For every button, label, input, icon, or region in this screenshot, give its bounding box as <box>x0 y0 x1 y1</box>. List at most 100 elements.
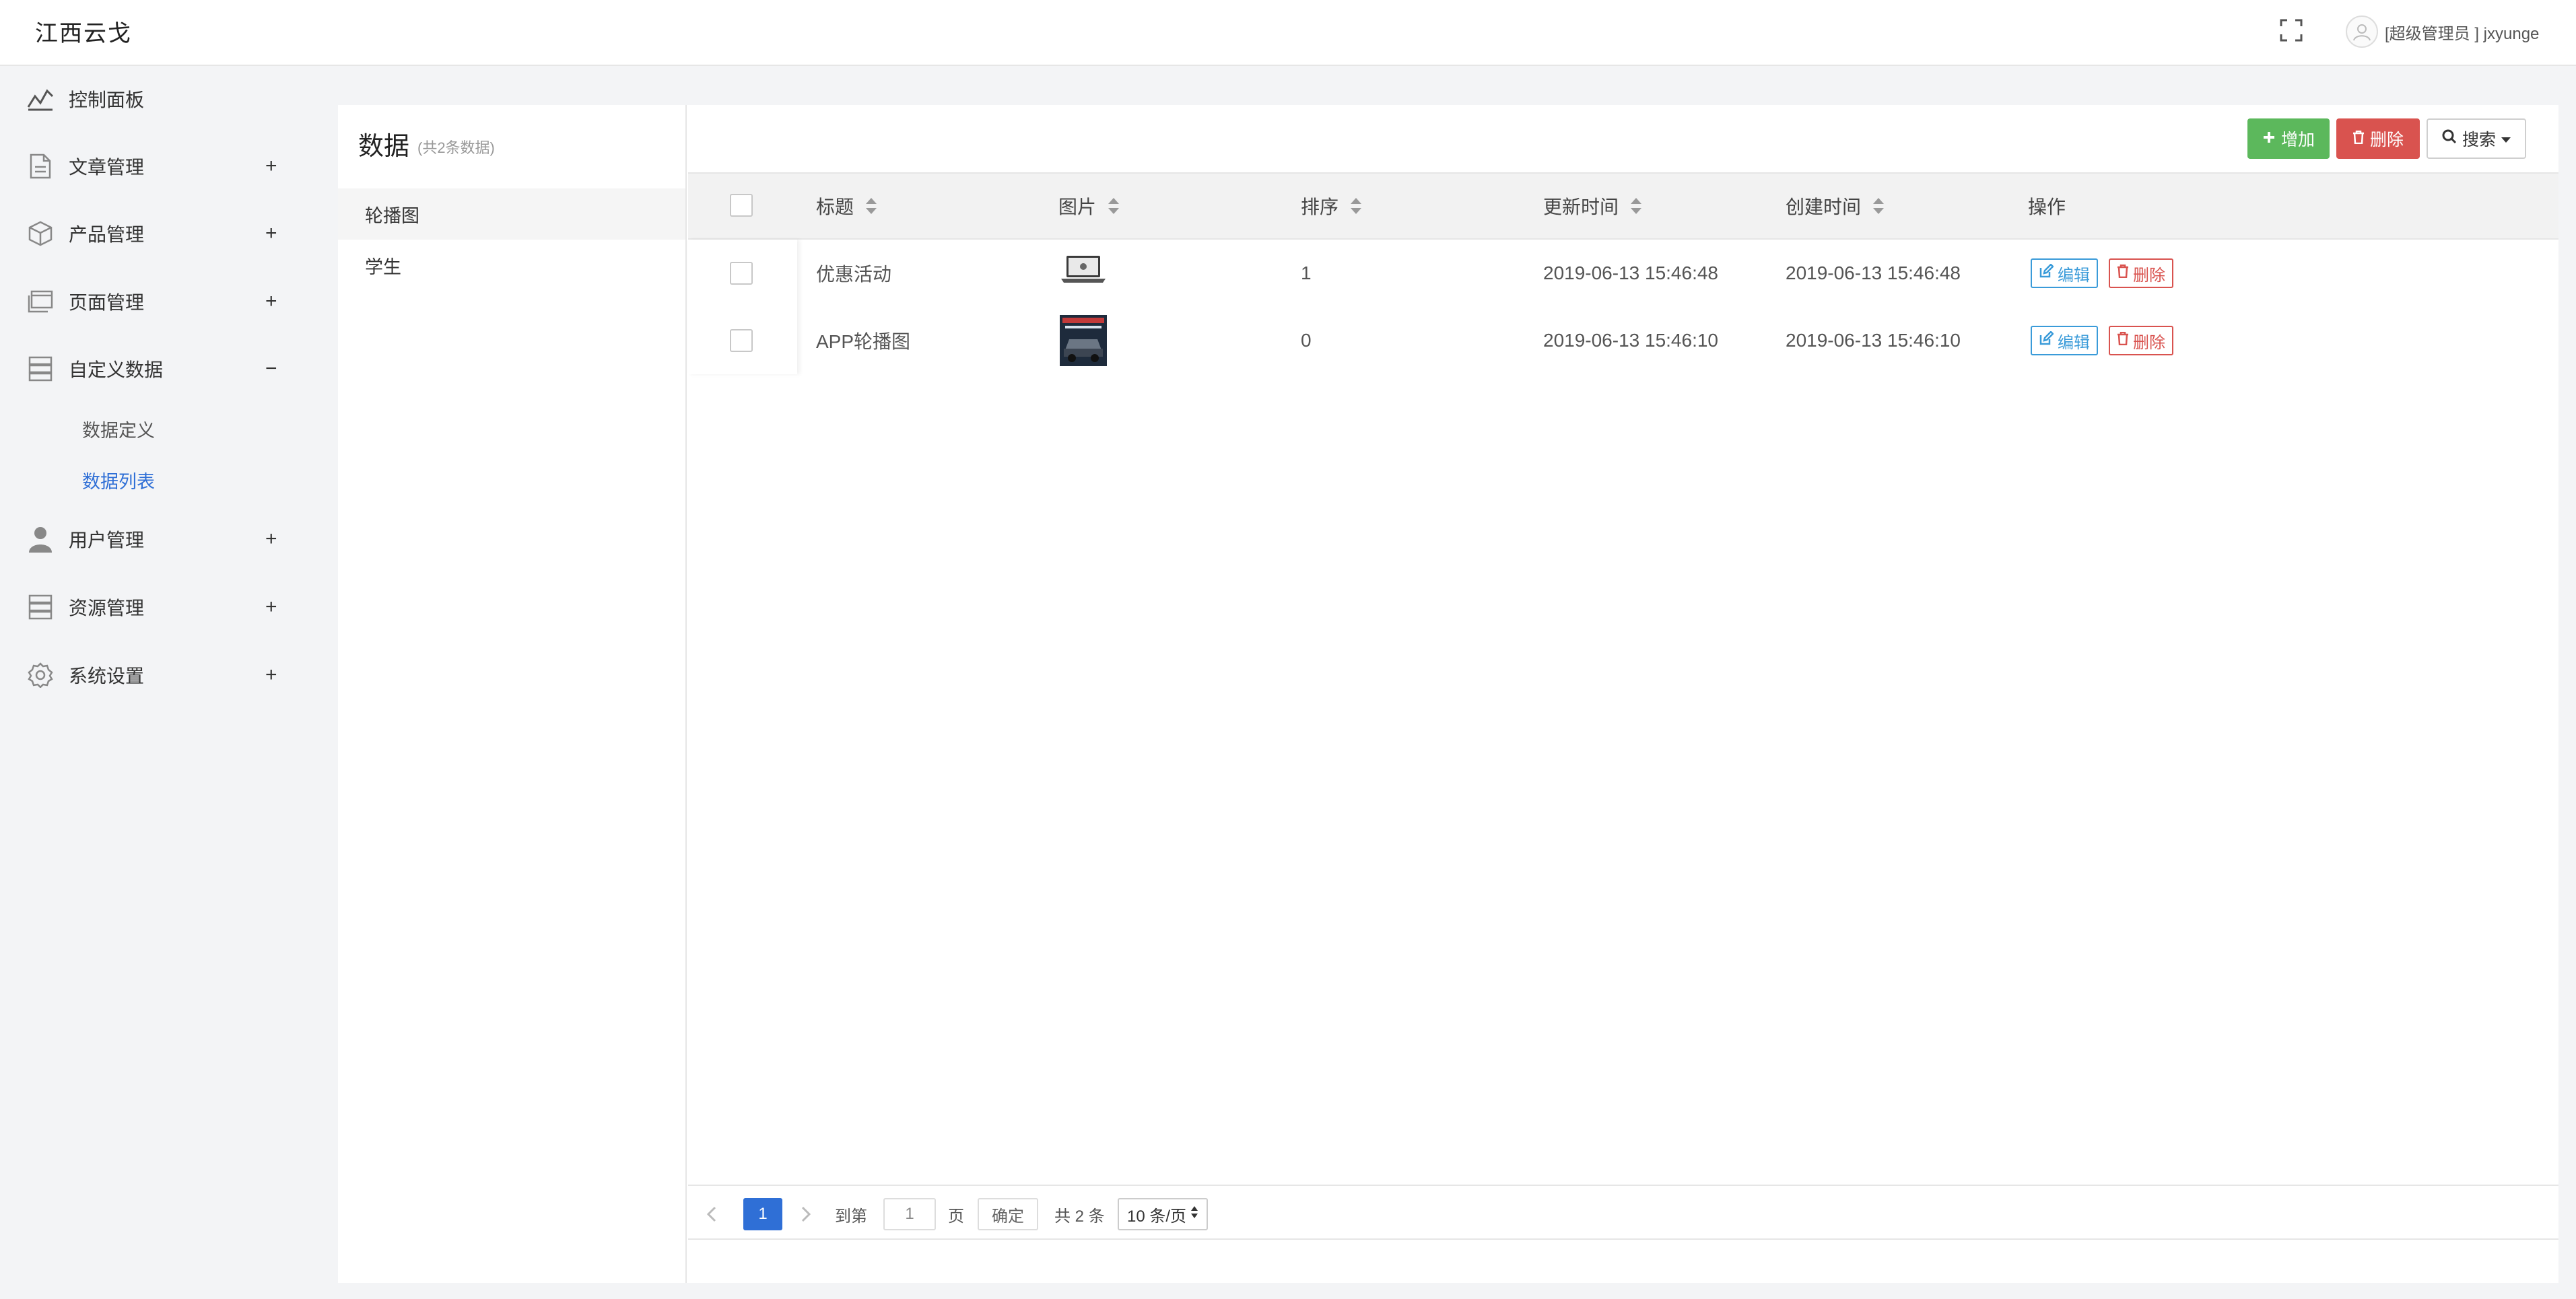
user-menu[interactable]: [超级管理员 ] jxyunge <box>2346 15 2539 48</box>
trash-icon <box>2117 331 2129 350</box>
cell-image[interactable] <box>1060 240 1107 307</box>
delete-button[interactable]: 删除 <box>2336 118 2420 159</box>
cube-icon <box>27 220 54 247</box>
car-poster-thumbnail <box>1060 315 1107 366</box>
sidebar-item-label: 产品管理 <box>69 224 145 245</box>
panel-title: 数据 <box>358 133 410 161</box>
sort-icon <box>1349 198 1362 214</box>
plus-icon <box>2262 129 2276 149</box>
category-panel: 数据 (共2条数据) 轮播图 学生 <box>338 105 687 1283</box>
sort-icon <box>1629 198 1642 214</box>
column-header-sort[interactable]: 排序 <box>1301 174 1362 238</box>
sidebar-item-users[interactable]: 用户管理 + <box>0 514 311 564</box>
column-header-actions: 操作 <box>2028 197 2066 217</box>
sidebar-item-label: 控制面板 <box>69 90 145 110</box>
fullscreen-icon[interactable] <box>2280 19 2303 42</box>
expand-icon: + <box>265 528 277 550</box>
edit-icon <box>2039 330 2054 351</box>
cell-image[interactable] <box>1060 307 1107 374</box>
expand-icon: + <box>265 664 277 686</box>
cell-created: 2019-06-13 15:46:48 <box>1786 262 1961 283</box>
sidebar-item-articles[interactable]: 文章管理 + <box>0 141 311 191</box>
sidebar-item-label: 系统设置 <box>69 666 145 687</box>
cell-sort: 0 <box>1301 330 1312 351</box>
edit-button[interactable]: 编辑 <box>2031 326 2098 355</box>
category-item-students[interactable]: 学生 <box>338 240 685 291</box>
cell-title: APP轮播图 <box>816 331 911 352</box>
prev-page-icon[interactable] <box>702 1198 722 1230</box>
sidebar-item-pages[interactable]: 页面管理 + <box>0 277 311 326</box>
column-header-title[interactable]: 标题 <box>816 174 877 238</box>
sort-icon <box>1107 198 1120 214</box>
goto-label: 到第 <box>835 1207 867 1226</box>
expand-icon: + <box>265 222 277 244</box>
sidebar-subitem-data-definition[interactable]: 数据定义 <box>82 416 155 442</box>
cell-title: 优惠活动 <box>816 264 892 285</box>
cell-updated: 2019-06-13 15:46:48 <box>1543 262 1718 283</box>
row-checkbox[interactable] <box>730 329 753 352</box>
sidebar-item-label: 自定义数据 <box>69 359 164 380</box>
edit-button[interactable]: 编辑 <box>2031 258 2098 288</box>
table-header: 标题 图片 排序 更新时间 创建时间 操作 <box>688 172 2558 240</box>
sidebar-item-resources[interactable]: 资源管理 + <box>0 582 311 632</box>
category-item-carousel[interactable]: 轮播图 <box>338 188 685 240</box>
collapse-icon: − <box>265 357 277 380</box>
sidebar-subitem-data-list[interactable]: 数据列表 <box>82 467 155 493</box>
page-size-select[interactable]: 10 条/页 <box>1118 1198 1208 1230</box>
chart-line-icon <box>27 85 54 112</box>
search-dropdown-button[interactable]: 搜索 <box>2427 118 2526 159</box>
database-icon <box>27 355 54 382</box>
add-button[interactable]: 增加 <box>2247 118 2330 159</box>
storage-icon <box>27 594 54 621</box>
column-header-updated[interactable]: 更新时间 <box>1543 174 1642 238</box>
row-delete-button[interactable]: 删除 <box>2109 326 2173 355</box>
edit-icon <box>2039 262 2054 283</box>
goto-page-input[interactable]: 1 <box>883 1198 936 1230</box>
sidebar-item-label: 文章管理 <box>69 157 145 178</box>
panel-count: (共2条数据) <box>417 139 495 156</box>
caret-down-icon <box>2501 129 2511 149</box>
gear-icon <box>27 662 54 689</box>
sidebar-item-label: 页面管理 <box>69 292 145 313</box>
user-name: [超级管理员 ] jxyunge <box>2385 24 2540 43</box>
column-header-created[interactable]: 创建时间 <box>1786 174 1885 238</box>
cell-updated: 2019-06-13 15:46:10 <box>1543 330 1718 351</box>
next-page-icon[interactable] <box>796 1198 816 1230</box>
data-list-area: 增加 删除 搜索 标题 图片 排序 更新时间 创建时间 操作 优惠活动 1 20… <box>688 105 2558 1283</box>
expand-icon: + <box>265 155 277 177</box>
sidebar-item-settings[interactable]: 系统设置 + <box>0 650 311 700</box>
document-icon <box>27 153 54 180</box>
pagination: 1 到第 1 页 确定 共 2 条 10 条/页 <box>688 1185 2558 1240</box>
trash-icon <box>2352 129 2365 149</box>
expand-icon: + <box>265 596 277 618</box>
total-count: 共 2 条 <box>1054 1207 1105 1226</box>
cell-sort: 1 <box>1301 262 1312 283</box>
brand-name: 江西云戈 <box>35 21 132 46</box>
main-panel: 数据 (共2条数据) 轮播图 学生 增加 删除 搜索 标题 图片 排序 更新时间… <box>338 105 2558 1283</box>
search-icon <box>2442 129 2457 149</box>
table-row: APP轮播图 0 2019-06-13 15:46:10 2019-06-13 … <box>688 307 2558 374</box>
sidebar-item-dashboard[interactable]: 控制面板 <box>0 74 311 124</box>
row-checkbox[interactable] <box>730 262 753 285</box>
sidebar: 控制面板 文章管理 + 产品管理 + 页面管理 + 自定义数据 − 数据定义 数… <box>0 66 311 1299</box>
select-arrows-icon <box>1190 1205 1198 1224</box>
sort-icon <box>1872 198 1885 214</box>
goto-confirm-button[interactable]: 确定 <box>978 1198 1038 1230</box>
sidebar-item-custom-data[interactable]: 自定义数据 − <box>0 344 311 394</box>
avatar <box>2346 15 2378 48</box>
column-header-image[interactable]: 图片 <box>1058 174 1120 238</box>
expand-icon: + <box>265 290 277 312</box>
page-unit-label: 页 <box>948 1207 964 1226</box>
window-icon <box>27 288 54 315</box>
sidebar-item-products[interactable]: 产品管理 + <box>0 209 311 258</box>
row-delete-button[interactable]: 删除 <box>2109 258 2173 288</box>
sort-icon <box>865 198 877 214</box>
cell-created: 2019-06-13 15:46:10 <box>1786 330 1961 351</box>
sidebar-item-label: 用户管理 <box>69 530 145 551</box>
trash-icon <box>2117 264 2129 283</box>
top-header: 江西云戈 [超级管理员 ] jxyunge <box>0 0 2576 66</box>
page-number-current[interactable]: 1 <box>743 1198 782 1230</box>
select-all-checkbox[interactable] <box>730 194 753 217</box>
sidebar-item-label: 资源管理 <box>69 598 145 619</box>
user-icon <box>27 526 54 553</box>
